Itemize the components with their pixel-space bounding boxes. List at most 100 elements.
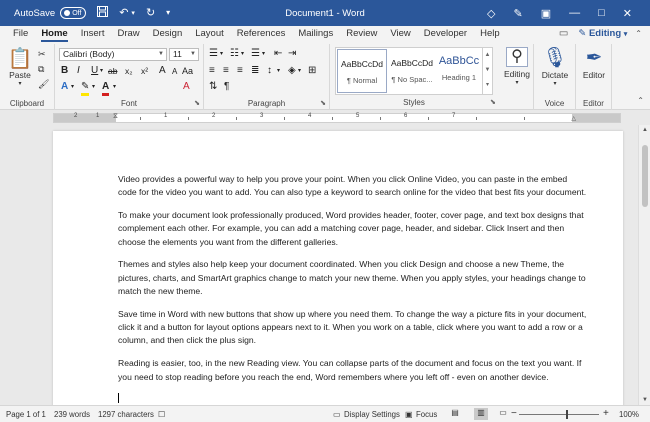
ribbon-display-icon[interactable]: ▣: [541, 7, 551, 20]
style-no-spacing[interactable]: AaBbCcDd ¶ No Spac...: [387, 49, 437, 93]
font-dialog-launcher-icon[interactable]: ⬊: [194, 99, 200, 107]
paragraph-dialog-launcher-icon[interactable]: ⬊: [320, 99, 326, 107]
clear-formatting-button[interactable]: A: [183, 81, 190, 93]
multilevel-list-icon[interactable]: ☰: [251, 48, 260, 60]
tab-draw[interactable]: Draw: [117, 26, 139, 44]
font-color-icon[interactable]: A: [102, 81, 110, 96]
chevron-down-icon[interactable]: ▼: [483, 63, 492, 78]
shrink-font-button[interactable]: A: [172, 66, 177, 78]
superscript-button[interactable]: x²: [141, 65, 148, 77]
align-right-icon[interactable]: ≡: [237, 65, 243, 77]
paragraph[interactable]: Reading is easier, too, in the new Readi…: [118, 357, 588, 384]
format-painter-icon[interactable]: 🖌: [38, 78, 49, 90]
display-settings-button[interactable]: Display Settings: [344, 410, 400, 419]
sort-icon[interactable]: ⇅: [209, 81, 217, 93]
right-indent-marker-icon[interactable]: △: [571, 115, 576, 122]
restore-icon[interactable]: □: [598, 7, 605, 19]
numbering-icon[interactable]: ☷: [230, 48, 239, 60]
cut-icon[interactable]: ✂: [38, 48, 46, 60]
font-size-combo[interactable]: 11 ▼: [169, 48, 199, 61]
decrease-indent-icon[interactable]: ⇤: [274, 48, 282, 60]
autosave-toggle[interactable]: Off: [60, 7, 87, 19]
tab-home[interactable]: Home: [41, 26, 69, 44]
zoom-slider-thumb[interactable]: [566, 410, 568, 419]
show-formatting-marks-icon[interactable]: ¶: [224, 81, 229, 93]
print-layout-icon[interactable]: ▥: [474, 408, 488, 420]
tab-file[interactable]: File: [13, 26, 28, 44]
style-normal[interactable]: AaBbCcDd ¶ Normal: [337, 49, 387, 93]
customize-toolbar-icon[interactable]: ▾: [166, 9, 170, 17]
pen-icon[interactable]: ✎: [514, 7, 523, 20]
scroll-up-icon[interactable]: ▲: [639, 127, 650, 133]
paste-button[interactable]: 📋 Paste ▾: [6, 48, 34, 87]
increase-indent-icon[interactable]: ⇥: [288, 48, 296, 60]
borders-icon[interactable]: ⊞: [308, 65, 316, 77]
more-styles-icon[interactable]: ▾: [483, 78, 492, 93]
horizontal-ruler[interactable]: 2 1 1 2 3 4 5 6 7 ⧖ △: [53, 113, 621, 123]
zoom-in-button[interactable]: +: [603, 408, 609, 419]
indent-marker-icon[interactable]: ⧖: [113, 113, 118, 121]
character-count[interactable]: 1297 characters: [98, 410, 154, 419]
web-layout-icon[interactable]: ▭: [496, 408, 510, 420]
display-settings-icon[interactable]: ▭: [333, 410, 340, 419]
text-effects-dropdown-icon[interactable]: ▾: [71, 81, 74, 93]
undo-dropdown-icon[interactable]: ▾: [131, 10, 135, 17]
underline-dropdown-icon[interactable]: ▾: [100, 65, 103, 77]
shading-icon[interactable]: ◈: [288, 65, 296, 77]
copy-icon[interactable]: ⧉: [38, 63, 44, 75]
scroll-down-icon[interactable]: ▼: [639, 397, 650, 403]
text-effects-icon[interactable]: A: [61, 81, 68, 93]
line-spacing-icon[interactable]: ↕: [267, 65, 272, 77]
editor-button[interactable]: ✒ Editor: [578, 47, 610, 80]
numbering-dropdown-icon[interactable]: ▾: [241, 48, 244, 60]
tab-references[interactable]: References: [237, 26, 286, 44]
page-count[interactable]: Page 1 of 1: [6, 410, 46, 419]
tab-design[interactable]: Design: [153, 26, 183, 44]
zoom-slider[interactable]: [519, 414, 599, 415]
document-body[interactable]: Video provides a powerful way to help yo…: [118, 173, 588, 405]
redo-icon[interactable]: ↻: [146, 7, 155, 19]
collapse-ribbon-icon[interactable]: ⌃: [637, 96, 644, 105]
paragraph[interactable]: Video provides a powerful way to help yo…: [118, 173, 588, 200]
tab-review[interactable]: Review: [346, 26, 377, 44]
paragraph[interactable]: Save time in Word with new buttons that …: [118, 308, 588, 348]
highlight-icon[interactable]: ✎: [81, 81, 90, 96]
zoom-level[interactable]: 100%: [619, 410, 639, 419]
style-heading-1[interactable]: AaBbCc Heading 1: [434, 49, 484, 93]
focus-icon[interactable]: ▣: [405, 410, 412, 419]
share-icon[interactable]: ⌃: [635, 29, 642, 38]
accessibility-icon[interactable]: ☐: [158, 410, 165, 419]
font-color-dropdown-icon[interactable]: ▾: [113, 81, 116, 93]
close-icon[interactable]: ✕: [623, 7, 632, 20]
styles-dialog-launcher-icon[interactable]: ⬊: [490, 98, 496, 106]
tab-help[interactable]: Help: [480, 26, 500, 44]
strikethrough-button[interactable]: ab: [108, 65, 117, 77]
tab-developer[interactable]: Developer: [424, 26, 467, 44]
align-left-icon[interactable]: ≡: [209, 65, 215, 77]
undo-icon[interactable]: ↶: [119, 7, 128, 19]
editing-button[interactable]: ⚲ Editing ▾: [503, 47, 531, 86]
tab-insert[interactable]: Insert: [81, 26, 105, 44]
save-icon[interactable]: [97, 6, 109, 20]
tab-layout[interactable]: Layout: [195, 26, 224, 44]
read-mode-icon[interactable]: ▤: [448, 408, 462, 420]
subscript-button[interactable]: x₂: [125, 65, 133, 77]
line-spacing-dropdown-icon[interactable]: ▾: [277, 65, 280, 77]
comments-icon[interactable]: ▭: [559, 28, 568, 39]
bullets-icon[interactable]: ☰: [209, 48, 218, 60]
change-case-button[interactable]: Aa: [182, 65, 193, 77]
word-count[interactable]: 239 words: [54, 410, 90, 419]
dictate-button[interactable]: 🎙 Dictate ▾: [538, 47, 572, 87]
bullets-dropdown-icon[interactable]: ▾: [220, 48, 223, 60]
paragraph[interactable]: To make your document look professionall…: [118, 209, 588, 249]
document-page[interactable]: Video provides a powerful way to help yo…: [53, 131, 623, 405]
paragraph[interactable]: Themes and styles also help keep your do…: [118, 258, 588, 298]
focus-button[interactable]: Focus: [416, 410, 437, 419]
justify-icon[interactable]: ≣: [251, 65, 259, 77]
font-name-combo[interactable]: Calibri (Body) ▼: [59, 48, 167, 61]
underline-button[interactable]: U: [91, 65, 98, 77]
grow-font-button[interactable]: A: [159, 65, 166, 77]
multilevel-dropdown-icon[interactable]: ▾: [262, 48, 265, 60]
scroll-thumb[interactable]: [642, 145, 648, 207]
shading-dropdown-icon[interactable]: ▾: [298, 65, 301, 77]
